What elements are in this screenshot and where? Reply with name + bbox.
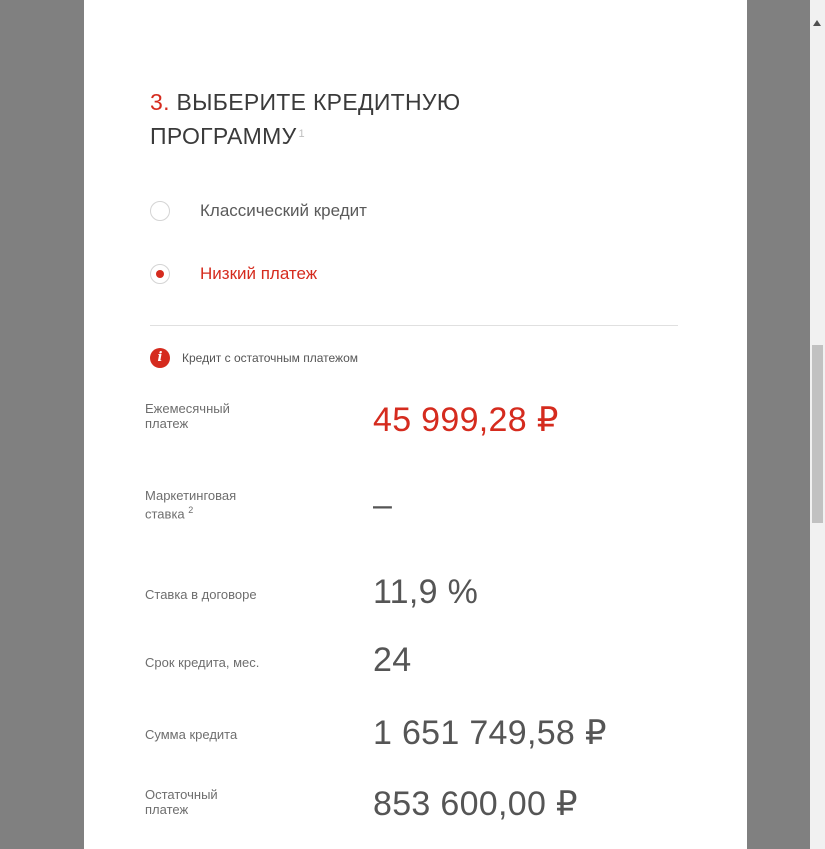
scrollbar[interactable] <box>810 0 825 849</box>
divider <box>150 325 678 326</box>
title-footnote: 1 <box>298 128 305 140</box>
program-option-label[interactable]: Низкий платеж <box>200 264 317 284</box>
term-label: Срок кредита, мес. <box>145 655 260 670</box>
section-heading: 3. ВЫБЕРИТЕ КРЕДИТНУЮ ПРОГРАММУ 1 <box>150 85 580 153</box>
marketing-rate-value: – <box>373 486 393 524</box>
program-option-classic[interactable]: Классический кредит <box>150 201 367 221</box>
section-title: ВЫБЕРИТЕ КРЕДИТНУЮ ПРОГРАММУ <box>150 89 461 149</box>
marketing-rate-footnote: 2 <box>188 505 194 515</box>
loan-amount-label: Сумма кредита <box>145 727 238 742</box>
program-option-label[interactable]: Классический кредит <box>200 201 367 221</box>
residual-payment-label: Остаточный платеж <box>145 787 218 817</box>
loan-amount-value: 1 651 749,58 ₽ <box>373 714 607 752</box>
term-value: 24 <box>373 641 412 679</box>
right-gutter <box>747 0 810 849</box>
monthly-payment-label: Ежемесячный платеж <box>145 401 230 431</box>
radio-low-payment[interactable] <box>150 264 170 284</box>
program-option-low-payment[interactable]: Низкий платеж <box>150 264 317 284</box>
marketing-rate-label: Маркетинговая ставка 2 <box>145 488 237 522</box>
program-info-text: Кредит с остаточным платежом <box>182 351 359 365</box>
radio-classic[interactable] <box>150 201 170 221</box>
contract-rate-value: 11,9 % <box>373 573 479 611</box>
left-gutter <box>0 0 84 849</box>
monthly-payment-value: 45 999,28 ₽ <box>373 401 559 439</box>
step-number: 3. <box>150 89 170 115</box>
info-icon[interactable]: i <box>150 348 170 368</box>
scroll-up-arrow-icon[interactable] <box>813 20 821 26</box>
residual-payment-value: 853 600,00 ₽ <box>373 785 578 823</box>
scroll-thumb[interactable] <box>812 345 823 523</box>
credit-program-panel: 3. ВЫБЕРИТЕ КРЕДИТНУЮ ПРОГРАММУ 1 Классич… <box>84 0 747 849</box>
contract-rate-label: Ставка в договоре <box>145 587 257 602</box>
program-info: i Кредит с остаточным платежом <box>150 348 358 368</box>
